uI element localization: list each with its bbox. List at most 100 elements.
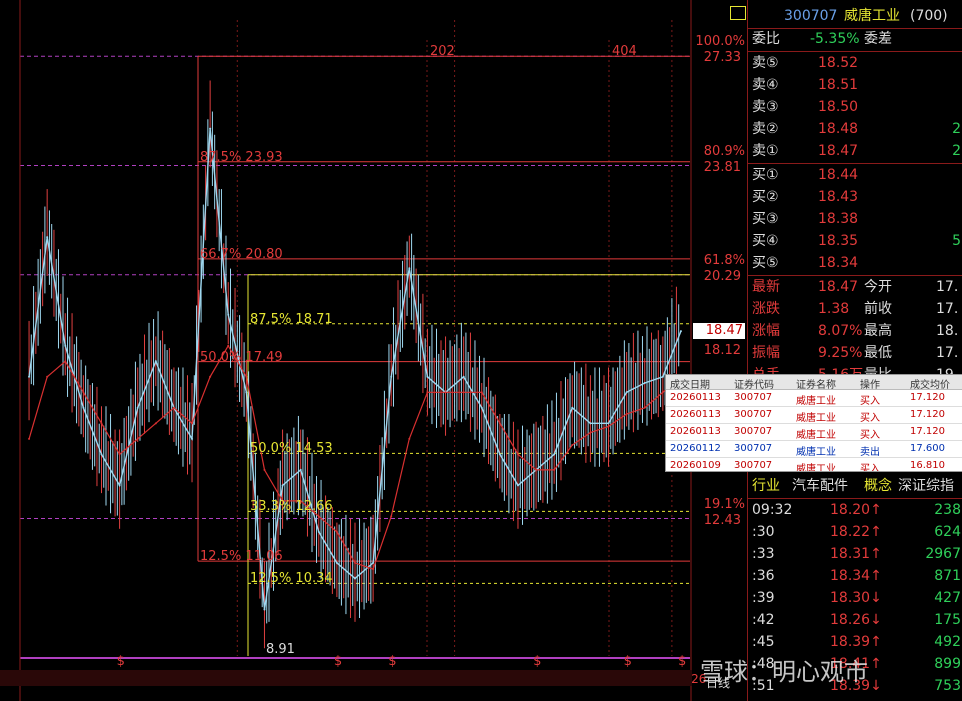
data-point xyxy=(263,468,266,471)
period-label[interactable]: 日线 xyxy=(706,674,730,691)
sell-row: 卖③ 18.50 xyxy=(752,97,962,117)
trade-cell-code: 300707 xyxy=(734,460,773,471)
data-point xyxy=(643,381,646,384)
buy-price: 18.35 xyxy=(818,233,859,249)
stock-name: 威唐工业 xyxy=(844,8,900,24)
trade-header-cell[interactable]: 证券名称 xyxy=(796,376,836,391)
tick-time: :39 xyxy=(752,590,775,606)
stat-value-2: 17. xyxy=(936,279,959,295)
tick-time: :30 xyxy=(752,524,775,540)
data-point xyxy=(553,468,556,471)
data-point xyxy=(172,406,175,409)
data-point xyxy=(408,267,411,270)
tick-volume: 871 xyxy=(934,568,961,584)
chart-canvas[interactable] xyxy=(0,0,692,701)
trade-row[interactable]: 20260112 300707 威唐工业 卖出 17.600 xyxy=(666,441,962,458)
trade-history-table[interactable]: 成交日期 证券代码 证券名称 操作 成交均价 20260113 300707 威唐工业 买入 1… xyxy=(665,374,962,472)
industry-value[interactable]: 汽车配件 xyxy=(792,476,848,496)
stat-value: 18.47 xyxy=(818,279,859,295)
buy-row: 买② 18.43 xyxy=(752,187,962,207)
data-point xyxy=(335,530,338,533)
data-point xyxy=(516,484,519,487)
sell-row: 卖④ 18.51 xyxy=(752,75,962,95)
trade-row[interactable]: 20260113 300707 威唐工业 买入 17.120 xyxy=(666,407,962,424)
data-point xyxy=(46,236,49,239)
sell-price: 18.50 xyxy=(818,99,859,115)
data-point xyxy=(589,422,592,425)
data-point xyxy=(118,453,121,456)
stat-label-2: 最低 xyxy=(864,345,892,361)
data-point xyxy=(390,375,393,378)
trade-cell-code: 300707 xyxy=(734,443,773,454)
data-point xyxy=(82,406,85,409)
buy-price: 18.34 xyxy=(818,255,859,271)
quote-panel: 300707 威唐工业 (700) 委比 -5.35% 委差 卖⑤ 18.52 卖④… xyxy=(747,0,962,701)
concept-value[interactable]: 深证综指 xyxy=(898,476,954,496)
trade-row[interactable]: 20260113 300707 威唐工业 买入 17.120 xyxy=(666,390,962,407)
data-point xyxy=(317,515,320,518)
right-axis-price: 23.81 xyxy=(703,159,741,175)
trade-row[interactable]: 20260109 300707 威唐工业 买入 16.810 xyxy=(666,458,962,472)
data-point xyxy=(209,375,212,378)
tick-time: :42 xyxy=(752,612,775,628)
data-point xyxy=(154,360,157,363)
data-point xyxy=(28,437,31,440)
trade-cell-name: 威唐工业 xyxy=(796,413,836,424)
data-point xyxy=(444,391,447,394)
stat-label: 振幅 xyxy=(752,345,780,361)
data-point xyxy=(263,608,266,611)
trade-cell-name: 威唐工业 xyxy=(796,464,836,472)
data-point xyxy=(82,391,85,394)
buy-row: 买③ 18.38 xyxy=(752,209,962,229)
data-point xyxy=(100,453,103,456)
sell-price: 18.51 xyxy=(818,77,859,93)
data-point xyxy=(28,375,31,378)
tick-time: 09:32 xyxy=(752,502,793,518)
tick-row: :45 18.39↑ 492 xyxy=(752,632,962,652)
fib-label: 66.7% 20.80 xyxy=(200,246,283,262)
data-point xyxy=(64,344,67,347)
stock-code: 300707 xyxy=(784,8,838,24)
bar-count-label: 404 xyxy=(612,44,637,59)
fib-label: 87.5% 18.71 xyxy=(250,311,333,327)
right-axis-price: 12.43 xyxy=(703,512,741,528)
data-point xyxy=(498,453,501,456)
fib-label: 50.0% 17.49 xyxy=(200,349,283,365)
concept-label: 概念 xyxy=(864,478,892,494)
trade-header-cell[interactable]: 成交均价 xyxy=(910,376,950,391)
sell-volume: 2 xyxy=(952,143,961,159)
tick-price: 18.34↑ xyxy=(830,568,882,584)
trade-cell-code: 300707 xyxy=(734,426,773,437)
data-point xyxy=(679,330,682,333)
trade-row[interactable]: 20260113 300707 威唐工业 买入 17.120 xyxy=(666,424,962,441)
data-point xyxy=(643,406,646,409)
right-axis-pct: 19.1% xyxy=(703,496,745,512)
corner-toggle-icon[interactable] xyxy=(730,6,746,20)
fib-label: 87.5% 23.93 xyxy=(200,149,283,165)
tick-price: 18.31↑ xyxy=(830,546,882,562)
trade-cell-op: 买入 xyxy=(860,430,880,441)
tick-volume: 624 xyxy=(934,524,961,540)
stat-label: 最新 xyxy=(752,279,780,295)
data-point xyxy=(136,437,139,440)
sell-row: 卖① 18.47 2 xyxy=(752,141,962,161)
trade-cell-price: 16.810 xyxy=(910,460,945,471)
buy-level-label: 买⑤ xyxy=(752,255,779,271)
industry-label: 行业 xyxy=(752,478,780,494)
weibi-label: 委比 xyxy=(752,31,780,47)
trade-cell-date: 20260113 xyxy=(670,392,721,403)
weicha-label: 委差 xyxy=(864,31,892,47)
data-point xyxy=(589,431,592,434)
price-chart[interactable]: 202 404 100.0% 27.33 80.9% 23.81 61.8% 20.29 19.… xyxy=(0,0,745,701)
tick-price: 18.39↑ xyxy=(830,634,882,650)
trade-header-cell[interactable]: 证券代码 xyxy=(734,376,774,391)
data-point xyxy=(281,484,284,487)
data-point xyxy=(227,313,230,316)
stat-label-2: 今开 xyxy=(864,279,892,295)
trade-header-cell[interactable]: 成交日期 xyxy=(670,376,710,391)
fib-label: 50.0% 14.53 xyxy=(250,441,333,457)
data-point xyxy=(661,391,664,394)
trade-header-cell[interactable]: 操作 xyxy=(860,376,880,391)
data-point xyxy=(408,437,411,440)
buy-row: 买④ 18.35 5 xyxy=(752,231,962,251)
